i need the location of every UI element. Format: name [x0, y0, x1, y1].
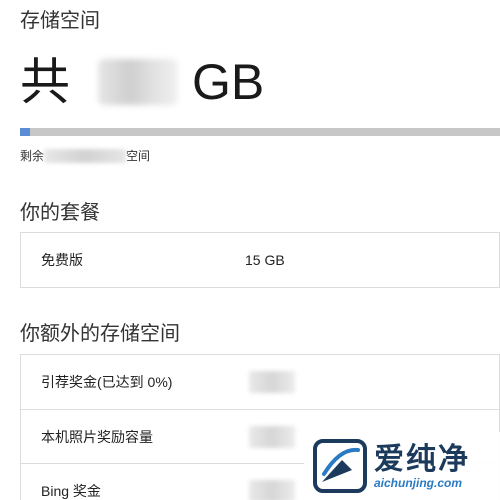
extra-storage-title: 你额外的存储空间 [20, 323, 180, 345]
plan-capacity: 15 GB [245, 252, 285, 268]
camera-roll-bonus-label: 本机照片奖励容量 [41, 428, 153, 445]
watermark-url: aichunjing.com [374, 475, 463, 490]
total-unit: GB [192, 54, 265, 110]
total-prefix: 共 [20, 54, 70, 110]
total-storage: 共 GB [20, 52, 264, 112]
remaining-suffix: 空间 [126, 149, 151, 163]
plan-name: 免费版 [41, 252, 83, 268]
watermark-brand-name: 爱纯净 [374, 442, 470, 476]
remaining-space: 剩余 空间 [20, 147, 150, 164]
extra-row-referral: 引荐奖金(已达到 0%) [21, 355, 499, 409]
storage-title: 存储空间 [20, 10, 100, 32]
referral-bonus-value-redacted [249, 371, 295, 393]
plan-card: 免费版 15 GB [20, 232, 500, 288]
storage-usage-bar [20, 128, 500, 136]
plan-row-free: 免费版 15 GB [21, 233, 499, 287]
onedrive-storage-page: 存储空间 共 GB 剩余 空间 你的套餐 免费版 15 GB 你额外的存储空间 … [0, 0, 500, 500]
watermark-logo-icon [313, 439, 367, 493]
watermark-brand: 爱纯净 aichunjing.com [374, 443, 470, 490]
remaining-prefix: 剩余 [20, 149, 45, 163]
total-amount-redacted [98, 59, 178, 105]
bing-bonus-label: Bing 奖金 [41, 482, 101, 499]
storage-usage-fill [20, 128, 30, 136]
plan-title: 你的套餐 [20, 202, 100, 224]
referral-bonus-label: 引荐奖金(已达到 0%) [41, 374, 173, 390]
site-watermark: 爱纯净 aichunjing.com [304, 432, 500, 500]
camera-roll-bonus-value-redacted [249, 425, 295, 448]
bing-bonus-value-redacted [249, 479, 295, 500]
remaining-amount-redacted [44, 148, 127, 163]
